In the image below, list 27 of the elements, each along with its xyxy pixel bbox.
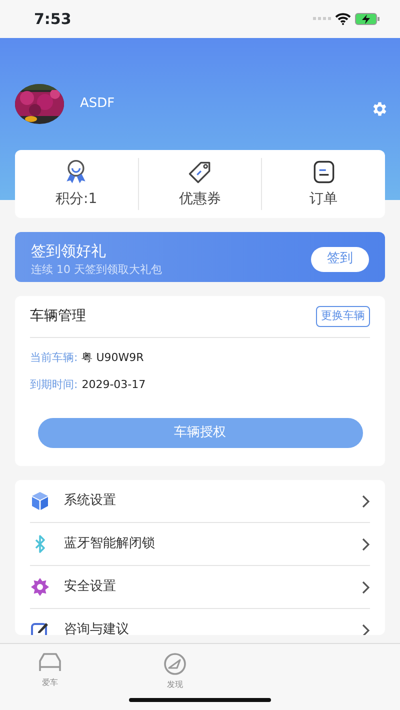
chevron-icon — [362, 624, 370, 635]
wifi-icon — [335, 13, 351, 25]
cube-icon — [30, 491, 50, 511]
edit-icon — [30, 620, 50, 635]
field-value: 2029-03-17 — [82, 376, 146, 392]
checkin-title: 签到领好礼 — [31, 240, 107, 262]
flower-icon — [30, 577, 50, 597]
checkin-subtitle: 连续 10 天签到领取大礼包 — [31, 262, 163, 278]
menu-item[interactable]: 蓝牙智能解闭锁 — [30, 523, 370, 566]
stat-label[interactable]: 积分:1 — [56, 189, 98, 210]
user-name: ASDF — [80, 95, 115, 114]
field-value: 粤 U90W9R — [82, 350, 144, 366]
car-icon — [37, 652, 63, 674]
stat-label[interactable]: 订单 — [310, 189, 338, 210]
menu-item[interactable]: 安全设置 — [30, 566, 370, 609]
battery-icon — [355, 13, 380, 25]
chevron-icon — [362, 538, 370, 550]
menu-item[interactable]: 系统设置 — [30, 480, 370, 523]
stat-label[interactable]: 优惠券 — [179, 189, 221, 210]
chevron-icon — [362, 580, 370, 594]
card-title: 车辆管理 — [30, 307, 86, 326]
field-label: 当前车辆: — [30, 350, 78, 366]
compass-icon — [163, 652, 187, 676]
chevron-icon — [362, 494, 370, 508]
status-time: 7:53 — [34, 8, 72, 30]
signal-icon — [313, 17, 331, 21]
field-label: 到期时间: — [30, 376, 78, 392]
